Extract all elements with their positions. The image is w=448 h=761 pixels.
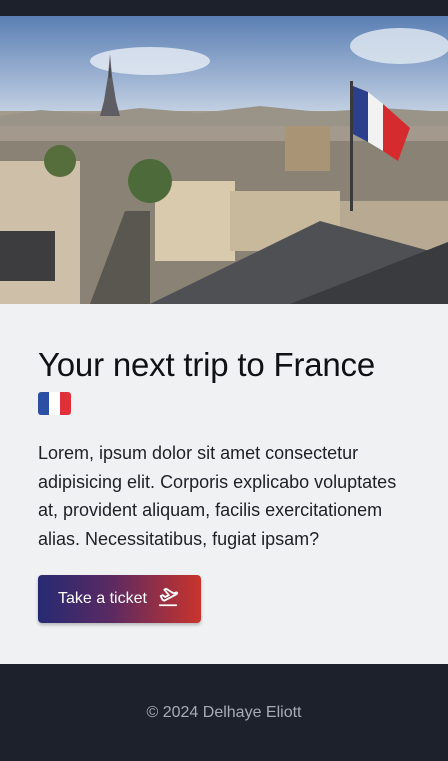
- description: Lorem, ipsum dolor sit amet consectetur …: [38, 443, 397, 549]
- copyright-text: © 2024 Delhaye Eliott: [146, 703, 302, 721]
- main-content: Your next trip to France Lorem, ipsum do…: [0, 304, 448, 664]
- page-title-text: Your next trip to France: [38, 346, 375, 383]
- take-ticket-button[interactable]: Take a ticket: [38, 575, 201, 623]
- footer: © 2024 Delhaye Eliott: [0, 664, 448, 761]
- plane-departure-icon: [157, 586, 179, 613]
- top-bar: [0, 0, 448, 16]
- take-ticket-label: Take a ticket: [58, 590, 147, 607]
- french-flag-icon: [38, 392, 71, 415]
- hero-image: [0, 16, 448, 304]
- page-title: Your next trip to France: [38, 344, 410, 386]
